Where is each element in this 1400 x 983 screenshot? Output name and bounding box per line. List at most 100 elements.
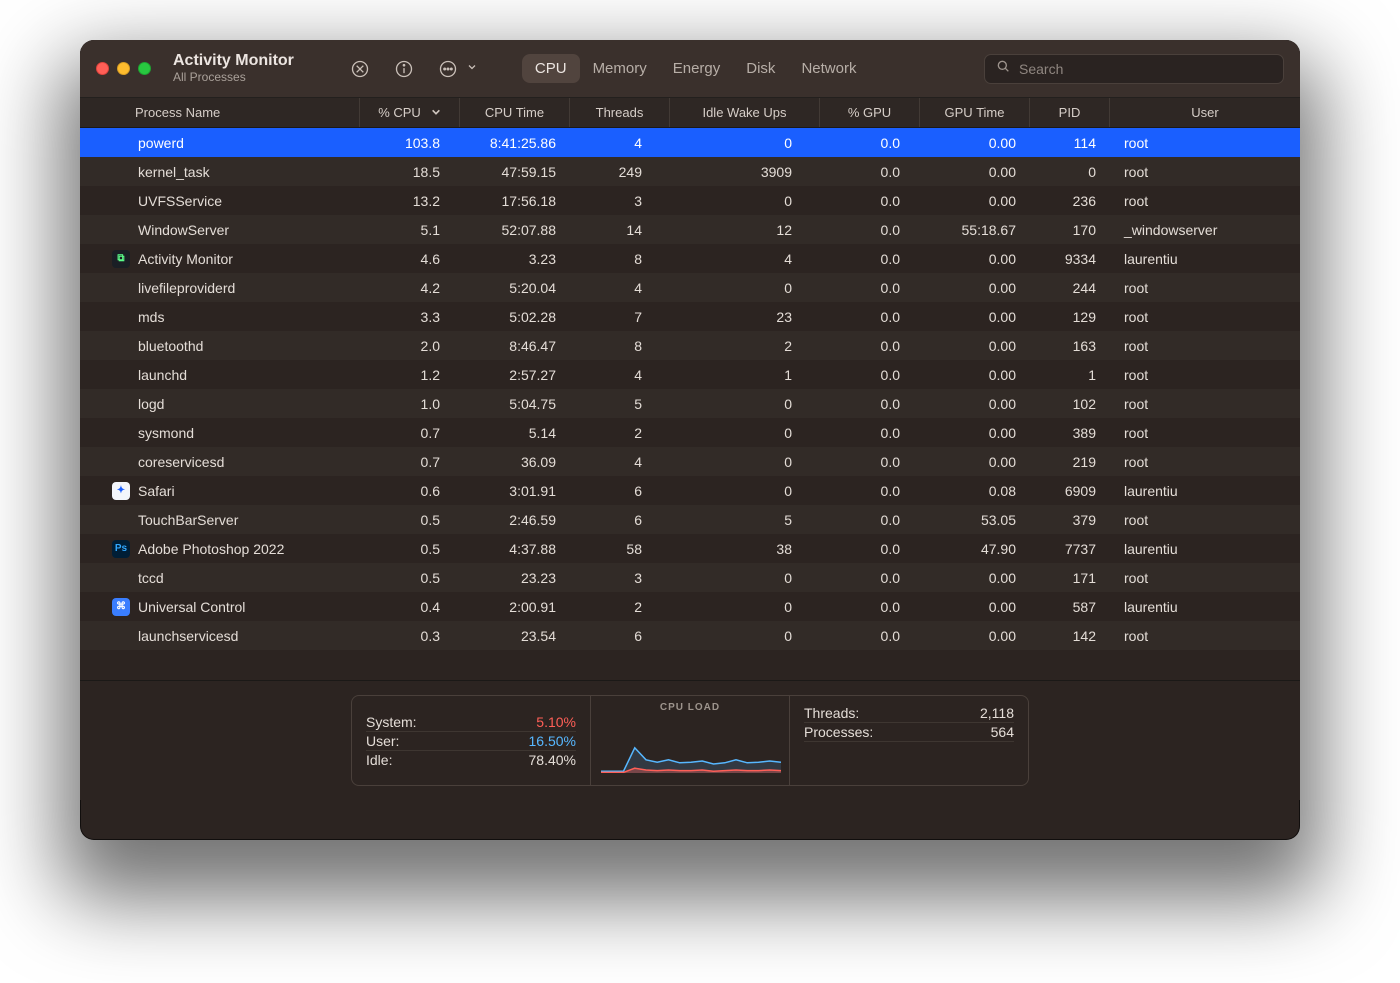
cell-cpu: 1.0 — [360, 396, 460, 412]
window-subtitle: All Processes — [173, 71, 294, 85]
minimize-button[interactable] — [117, 62, 130, 75]
table-row[interactable]: ⧉Activity Monitor4.63.23840.00.009334lau… — [80, 244, 1300, 273]
cell-pid: 1 — [1030, 367, 1110, 383]
stop-process-button[interactable] — [348, 57, 372, 81]
table-row[interactable]: tccd0.523.23300.00.00171root — [80, 563, 1300, 592]
cell-cpu: 0.6 — [360, 483, 460, 499]
table-row[interactable]: sysmond0.75.14200.00.00389root — [80, 418, 1300, 447]
cell-cpu: 0.5 — [360, 512, 460, 528]
cell-gpu-time: 0.08 — [920, 483, 1030, 499]
column-header-gpu[interactable]: % GPU — [820, 98, 920, 127]
stat-label: Idle: — [366, 752, 392, 768]
search-input[interactable] — [1019, 61, 1273, 77]
cell-cpu-time: 2:46.59 — [460, 512, 570, 528]
cell-cpu-time: 5.14 — [460, 425, 570, 441]
window-title-block: Activity Monitor All Processes — [173, 52, 294, 84]
table-row[interactable]: powerd103.88:41:25.86400.00.00114root — [80, 128, 1300, 157]
cell-idle-wakeups: 0 — [670, 135, 820, 151]
cell-pid: 587 — [1030, 599, 1110, 615]
table-row[interactable]: livefileproviderd4.25:20.04400.00.00244r… — [80, 273, 1300, 302]
search-icon — [995, 58, 1011, 79]
close-button[interactable] — [96, 62, 109, 75]
cell-threads: 58 — [570, 541, 670, 557]
cell-cpu-time: 3.23 — [460, 251, 570, 267]
table-row[interactable]: mds3.35:02.287230.00.00129root — [80, 302, 1300, 331]
cell-idle-wakeups: 4 — [670, 251, 820, 267]
cell-gpu-time: 0.00 — [920, 425, 1030, 441]
cell-cpu-time: 2:00.91 — [460, 599, 570, 615]
cell-threads: 2 — [570, 599, 670, 615]
cell-gpu: 0.0 — [820, 599, 920, 615]
sort-indicator-icon — [431, 105, 441, 120]
cell-gpu-time: 0.00 — [920, 628, 1030, 644]
more-options-button[interactable] — [436, 57, 478, 81]
cell-process-name: livefileproviderd — [80, 280, 360, 296]
cell-idle-wakeups: 12 — [670, 222, 820, 238]
app-icon: ⌘ — [112, 598, 130, 616]
search-field[interactable] — [984, 54, 1284, 84]
tab-network[interactable]: Network — [788, 54, 869, 83]
table-row[interactable]: bluetoothd2.08:46.47820.00.00163root — [80, 331, 1300, 360]
column-header-process-name[interactable]: Process Name — [80, 98, 360, 127]
cell-threads: 7 — [570, 309, 670, 325]
table-row[interactable]: ⌘Universal Control0.42:00.91200.00.00587… — [80, 592, 1300, 621]
cell-pid: 389 — [1030, 425, 1110, 441]
tab-memory[interactable]: Memory — [580, 54, 660, 83]
cell-gpu: 0.0 — [820, 135, 920, 151]
cell-pid: 163 — [1030, 338, 1110, 354]
table-row[interactable]: ✦Safari0.63:01.91600.00.086909laurentiu — [80, 476, 1300, 505]
cell-cpu: 4.6 — [360, 251, 460, 267]
process-name-text: livefileproviderd — [138, 280, 235, 296]
process-name-text: Safari — [138, 483, 175, 499]
cell-threads: 5 — [570, 396, 670, 412]
cell-user: root — [1110, 425, 1300, 441]
table-row[interactable]: logd1.05:04.75500.00.00102root — [80, 389, 1300, 418]
cell-threads: 4 — [570, 454, 670, 470]
cell-cpu: 4.2 — [360, 280, 460, 296]
cell-user: root — [1110, 164, 1300, 180]
cell-cpu-time: 2:57.27 — [460, 367, 570, 383]
cell-threads: 6 — [570, 512, 670, 528]
column-header-cpu-time[interactable]: CPU Time — [460, 98, 570, 127]
table-row[interactable]: UVFSService13.217:56.18300.00.00236root — [80, 186, 1300, 215]
cell-gpu: 0.0 — [820, 222, 920, 238]
tab-energy[interactable]: Energy — [660, 54, 734, 83]
cell-process-name: sysmond — [80, 425, 360, 441]
table-row[interactable]: TouchBarServer0.52:46.59650.053.05379roo… — [80, 505, 1300, 534]
cell-gpu: 0.0 — [820, 309, 920, 325]
cell-user: root — [1110, 135, 1300, 151]
cell-threads: 6 — [570, 483, 670, 499]
column-header-pid[interactable]: PID — [1030, 98, 1110, 127]
column-header-gpu-time[interactable]: GPU Time — [920, 98, 1030, 127]
cell-process-name: ⌘Universal Control — [80, 598, 360, 616]
cell-process-name: launchd — [80, 367, 360, 383]
tab-disk[interactable]: Disk — [733, 54, 788, 83]
cell-threads: 6 — [570, 628, 670, 644]
activity-monitor-window: Activity Monitor All Processes CPUMemory… — [80, 40, 1300, 840]
cell-cpu: 5.1 — [360, 222, 460, 238]
cell-pid: 9334 — [1030, 251, 1110, 267]
table-row[interactable]: kernel_task18.547:59.1524939090.00.000ro… — [80, 157, 1300, 186]
column-header-idle-wakeups[interactable]: Idle Wake Ups — [670, 98, 820, 127]
table-row[interactable]: launchd1.22:57.27410.00.001root — [80, 360, 1300, 389]
cell-gpu-time: 0.00 — [920, 280, 1030, 296]
table-row[interactable]: coreservicesd0.736.09400.00.00219root — [80, 447, 1300, 476]
info-button[interactable] — [392, 57, 416, 81]
process-name-text: logd — [138, 396, 164, 412]
table-row[interactable]: launchservicesd0.323.54600.00.00142root — [80, 621, 1300, 650]
cell-gpu: 0.0 — [820, 164, 920, 180]
column-header-cpu[interactable]: % CPU — [360, 98, 460, 127]
process-name-text: coreservicesd — [138, 454, 224, 470]
table-row[interactable]: WindowServer5.152:07.8814120.055:18.6717… — [80, 215, 1300, 244]
zoom-button[interactable] — [138, 62, 151, 75]
tab-cpu[interactable]: CPU — [522, 54, 580, 83]
column-header-user[interactable]: User — [1110, 98, 1300, 127]
table-row[interactable]: PsAdobe Photoshop 20220.54:37.8858380.04… — [80, 534, 1300, 563]
cell-idle-wakeups: 0 — [670, 628, 820, 644]
cpu-load-graph — [601, 713, 779, 779]
cell-gpu: 0.0 — [820, 483, 920, 499]
column-header-threads[interactable]: Threads — [570, 98, 670, 127]
toolbar-buttons — [348, 57, 478, 81]
titlebar: Activity Monitor All Processes CPUMemory… — [80, 40, 1300, 98]
cell-cpu-time: 4:37.88 — [460, 541, 570, 557]
